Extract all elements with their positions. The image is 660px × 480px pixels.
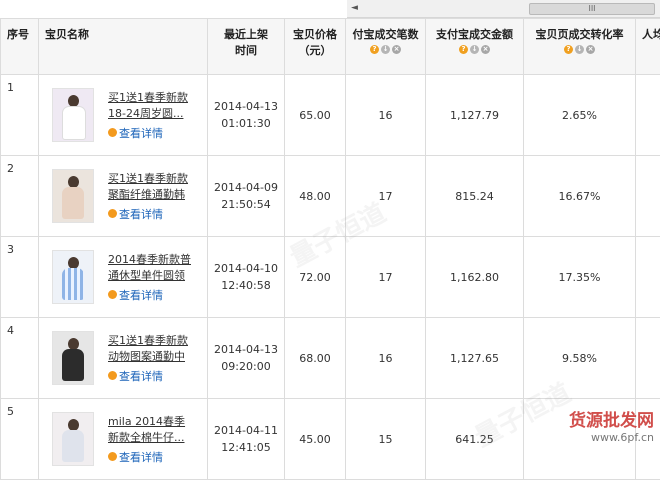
table-row: 3 2014春季新款普通休型单件圆领短... 查看详情 2014-04-1012… bbox=[1, 237, 660, 318]
col-conversion-rate[interactable]: 宝贝页成交转化率 ?↓× bbox=[524, 19, 636, 75]
col-extra: 人均 bbox=[636, 19, 660, 75]
detail-icon bbox=[108, 371, 117, 380]
product-cell: 买1送1春季新款18-24周岁圆... 查看详情 bbox=[39, 75, 208, 156]
row-index: 2 bbox=[1, 156, 39, 237]
horizontal-scrollbar[interactable]: ◄ III bbox=[347, 0, 660, 18]
product-cell: 2014春季新款普通休型单件圆领短... 查看详情 bbox=[39, 237, 208, 318]
detail-icon bbox=[108, 128, 117, 137]
listed-time: 2014-04-1301:01:30 bbox=[208, 75, 285, 156]
detail-icon bbox=[108, 452, 117, 461]
product-thumbnail[interactable] bbox=[52, 331, 94, 385]
row-index: 4 bbox=[1, 318, 39, 399]
help-icon[interactable]: ? bbox=[459, 45, 468, 54]
help-icon[interactable]: ? bbox=[564, 45, 573, 54]
price: 48.00 bbox=[285, 156, 346, 237]
product-thumbnail[interactable] bbox=[52, 169, 94, 223]
table-row: 1 买1送1春季新款18-24周岁圆... 查看详情 2014-04-1301:… bbox=[1, 75, 660, 156]
scroll-left-icon[interactable]: ◄ bbox=[351, 3, 358, 13]
listed-time: 2014-04-1309:20:00 bbox=[208, 318, 285, 399]
alipay-count: 16 bbox=[346, 75, 426, 156]
conversion-rate: 17.35% bbox=[524, 237, 636, 318]
view-detail-link[interactable]: 查看详情 bbox=[108, 125, 200, 141]
extra-cell bbox=[636, 75, 660, 156]
view-detail-link[interactable]: 查看详情 bbox=[108, 287, 200, 303]
product-cell: mila 2014春季新款全棉牛仔... 查看详情 bbox=[39, 399, 208, 480]
extra-cell bbox=[636, 156, 660, 237]
col-price: 宝贝价格（元） bbox=[285, 19, 346, 75]
listed-time: 2014-04-1012:40:58 bbox=[208, 237, 285, 318]
sort-down-icon[interactable]: ↓ bbox=[575, 45, 584, 54]
conversion-rate: 16.67% bbox=[524, 156, 636, 237]
view-detail-link[interactable]: 查看详情 bbox=[108, 449, 200, 465]
price: 68.00 bbox=[285, 318, 346, 399]
col-name: 宝贝名称 bbox=[39, 19, 208, 75]
product-link[interactable]: mila 2014春季新款全棉牛仔... bbox=[108, 414, 200, 446]
detail-icon bbox=[108, 290, 117, 299]
alipay-count: 15 bbox=[346, 399, 426, 480]
detail-icon bbox=[108, 209, 117, 218]
product-cell: 买1送1春季新款动物图案通勤中长... 查看详情 bbox=[39, 318, 208, 399]
alipay-amount: 815.24 bbox=[426, 156, 524, 237]
product-thumbnail[interactable] bbox=[52, 412, 94, 466]
alipay-count: 17 bbox=[346, 237, 426, 318]
table-row: 5 mila 2014春季新款全棉牛仔... 查看详情 2014-04-1112… bbox=[1, 399, 660, 480]
row-index: 1 bbox=[1, 75, 39, 156]
listed-time: 2014-04-1112:41:05 bbox=[208, 399, 285, 480]
table-header: 序号 宝贝名称 最近上架时间 宝贝价格（元） 付宝成交笔数 ?↓× 支付宝成交金… bbox=[1, 19, 660, 75]
row-index: 5 bbox=[1, 399, 39, 480]
table-row: 2 买1送1春季新款聚酯纤维通勤韩版... 查看详情 2014-04-0921:… bbox=[1, 156, 660, 237]
col-alipay-count[interactable]: 付宝成交笔数 ?↓× bbox=[346, 19, 426, 75]
view-detail-link[interactable]: 查看详情 bbox=[108, 206, 200, 222]
product-thumbnail[interactable] bbox=[52, 250, 94, 304]
product-link[interactable]: 买1送1春季新款聚酯纤维通勤韩版... bbox=[108, 171, 200, 203]
extra-cell bbox=[636, 399, 660, 480]
extra-cell bbox=[636, 237, 660, 318]
sort-down-icon[interactable]: ↓ bbox=[381, 45, 390, 54]
table-row: 4 买1送1春季新款动物图案通勤中长... 查看详情 2014-04-1309:… bbox=[1, 318, 660, 399]
view-detail-link[interactable]: 查看详情 bbox=[108, 368, 200, 384]
conversion-rate: 2.65% bbox=[524, 75, 636, 156]
alipay-count: 17 bbox=[346, 156, 426, 237]
alipay-amount: 1,127.79 bbox=[426, 75, 524, 156]
product-sales-table: 序号 宝贝名称 最近上架时间 宝贝价格（元） 付宝成交笔数 ?↓× 支付宝成交金… bbox=[0, 18, 660, 480]
product-link[interactable]: 买1送1春季新款18-24周岁圆... bbox=[108, 90, 200, 122]
col-alipay-amount[interactable]: 支付宝成交金额 ?↓× bbox=[426, 19, 524, 75]
col-listed-time: 最近上架时间 bbox=[208, 19, 285, 75]
alipay-amount: 1,127.65 bbox=[426, 318, 524, 399]
price: 65.00 bbox=[285, 75, 346, 156]
alipay-amount: 641.25 bbox=[426, 399, 524, 480]
remove-column-icon[interactable]: × bbox=[481, 45, 490, 54]
remove-column-icon[interactable]: × bbox=[392, 45, 401, 54]
price: 45.00 bbox=[285, 399, 346, 480]
product-cell: 买1送1春季新款聚酯纤维通勤韩版... 查看详情 bbox=[39, 156, 208, 237]
scroll-thumb[interactable]: III bbox=[529, 3, 655, 15]
extra-cell bbox=[636, 318, 660, 399]
product-thumbnail[interactable] bbox=[52, 88, 94, 142]
alipay-count: 16 bbox=[346, 318, 426, 399]
listed-time: 2014-04-0921:50:54 bbox=[208, 156, 285, 237]
price: 72.00 bbox=[285, 237, 346, 318]
conversion-rate bbox=[524, 399, 636, 480]
remove-column-icon[interactable]: × bbox=[586, 45, 595, 54]
row-index: 3 bbox=[1, 237, 39, 318]
sort-down-icon[interactable]: ↓ bbox=[470, 45, 479, 54]
product-link[interactable]: 买1送1春季新款动物图案通勤中长... bbox=[108, 333, 200, 365]
conversion-rate: 9.58% bbox=[524, 318, 636, 399]
col-index: 序号 bbox=[1, 19, 39, 75]
help-icon[interactable]: ? bbox=[370, 45, 379, 54]
product-link[interactable]: 2014春季新款普通休型单件圆领短... bbox=[108, 252, 200, 284]
alipay-amount: 1,162.80 bbox=[426, 237, 524, 318]
